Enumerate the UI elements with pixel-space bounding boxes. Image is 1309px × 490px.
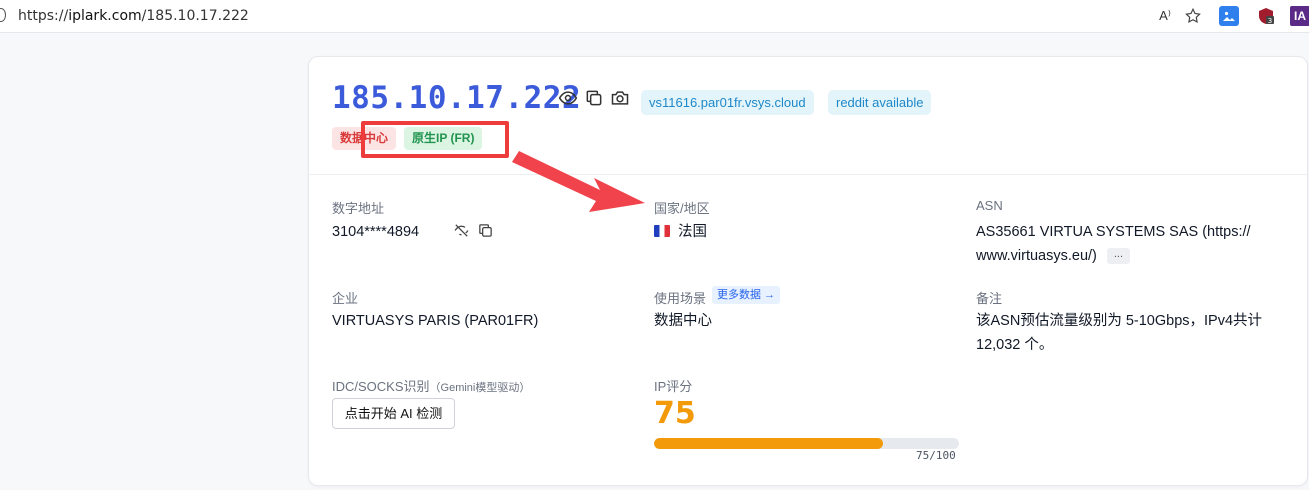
idc-label-text: IDC/SOCKS识别 <box>332 379 430 394</box>
france-flag-icon <box>654 225 670 237</box>
favorite-star-icon[interactable] <box>1183 6 1203 26</box>
url-scheme: https:// <box>18 8 69 24</box>
asn-more-button[interactable]: ... <box>1106 248 1131 265</box>
url-host: iplark.com <box>68 8 142 24</box>
more-data-link[interactable]: 更多数据 → <box>712 286 781 304</box>
score-progress-text: 75/100 <box>916 449 956 462</box>
copy-numeric-icon[interactable] <box>477 222 494 239</box>
ip-address: 185.10.17.222 <box>332 80 582 116</box>
score-value: 75 <box>654 396 696 431</box>
ai-detect-button[interactable]: 点击开始 AI 检测 <box>332 398 455 429</box>
browser-toolbar: https://iplark.com/185.10.17.222 A⁾ 3 IA <box>0 0 1309 33</box>
note-line1: 该ASN预估流量级别为 5-10Gbps，IPv4共计 <box>976 313 1263 329</box>
org-value: VIRTUASYS PARIS (PAR01FR) <box>332 313 539 329</box>
usage-value: 数据中心 <box>654 313 712 329</box>
asn-value-line1: AS35661 VIRTUA SYSTEMS SAS (https:// <box>976 224 1251 240</box>
extension-badge-count: 3 <box>1268 17 1272 25</box>
read-aloud-glyph: A⁾ <box>1159 8 1171 23</box>
score-label: IP评分 <box>654 379 693 394</box>
eye-off-icon[interactable] <box>453 222 470 239</box>
copy-icon[interactable] <box>584 88 604 108</box>
country-value: 法国 <box>654 220 707 244</box>
asn-value-line2: www.virtuasys.eu/)... <box>976 244 1131 268</box>
idc-label: IDC/SOCKS识别（Gemini模型驱动） <box>332 376 530 395</box>
asn-url: www.virtuasys.eu/) <box>976 248 1097 264</box>
eye-icon[interactable] <box>558 88 578 108</box>
hostname-chip[interactable]: vs11616.par01fr.vsys.cloud <box>641 90 814 115</box>
numeric-address-label: 数字地址 <box>332 201 385 216</box>
org-label: 企业 <box>332 291 359 306</box>
info-icon[interactable] <box>0 8 6 22</box>
idc-hint: （Gemini模型驱动） <box>429 382 531 394</box>
ia-label: IA <box>1294 9 1306 23</box>
numeric-address-value: 3104****4894 <box>332 224 420 240</box>
usage-label: 使用场景 <box>654 291 707 306</box>
country-name: 法国 <box>678 224 707 240</box>
read-aloud-icon[interactable]: A⁾ <box>1155 6 1175 26</box>
note-label: 备注 <box>976 291 1003 306</box>
ia-extension-icon[interactable]: IA <box>1290 6 1309 26</box>
camera-icon[interactable] <box>610 88 630 108</box>
score-progress-bar <box>654 438 959 449</box>
annotation-highlight-box <box>361 121 509 158</box>
shield-extension-icon[interactable]: 3 <box>1256 6 1276 26</box>
country-label: 国家/地区 <box>654 201 710 216</box>
url-path: /185.10.17.222 <box>141 8 249 24</box>
asn-label: ASN <box>976 198 1003 213</box>
score-progress-fill <box>654 438 883 449</box>
image-extension-icon[interactable] <box>1219 6 1239 26</box>
reddit-chip[interactable]: reddit available <box>828 90 932 115</box>
header-divider <box>308 174 1308 175</box>
note-line2: 12,032 个。 <box>976 337 1054 353</box>
address-bar[interactable]: https://iplark.com/185.10.17.222 <box>18 8 249 24</box>
